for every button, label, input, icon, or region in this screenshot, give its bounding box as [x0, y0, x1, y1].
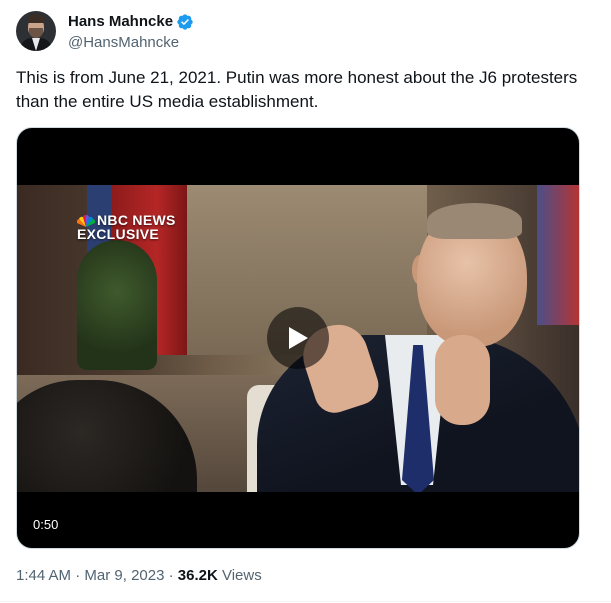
- play-button[interactable]: [267, 307, 329, 369]
- verified-badge-icon[interactable]: [176, 13, 194, 31]
- tweet-date[interactable]: Mar 9, 2023: [84, 567, 164, 584]
- author-handle[interactable]: @HansMahncke: [68, 33, 179, 53]
- meta-separator: ·: [75, 567, 81, 584]
- views-count[interactable]: 36.2K: [178, 567, 218, 584]
- video-player[interactable]: NBC NEWS EXCLUSIVE 0:50: [16, 127, 580, 549]
- subject-hair: [427, 203, 522, 239]
- video-duration: 0:50: [29, 514, 63, 536]
- views-label: Views: [221, 567, 262, 584]
- avatar-beard: [29, 28, 43, 38]
- logo-line-2: EXCLUSIVE: [77, 226, 160, 242]
- tweet-metadata: 1:44 AM · Mar 9, 2023 · 36.2K Views: [16, 566, 262, 586]
- divider: [0, 601, 611, 602]
- background-plant: [77, 240, 157, 370]
- author-display-name[interactable]: Hans Mahncke: [68, 12, 173, 32]
- author-name-row: Hans Mahncke: [68, 12, 194, 32]
- subject-hand-chin: [435, 335, 490, 425]
- tweet-time[interactable]: 1:44 AM: [16, 567, 71, 584]
- avatar[interactable]: [16, 11, 56, 51]
- nbc-news-exclusive-logo: NBC NEWS EXCLUSIVE: [77, 213, 176, 241]
- tweet-text: This is from June 21, 2021. Putin was mo…: [16, 68, 578, 111]
- meta-separator-2: ·: [168, 567, 174, 584]
- avatar-hair: [27, 14, 45, 23]
- flag-right: [537, 185, 579, 325]
- play-icon: [289, 327, 308, 349]
- tweet-card[interactable]: Hans Mahncke @HansMahncke This is from J…: [0, 0, 611, 603]
